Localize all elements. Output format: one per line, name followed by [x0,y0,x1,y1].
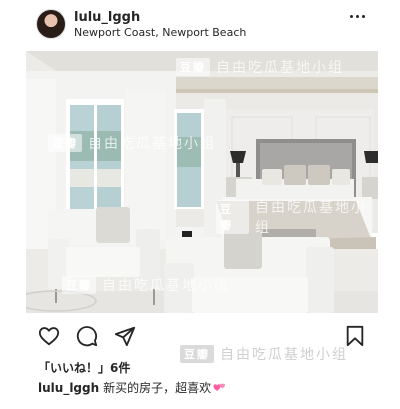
caption-text: 新买的房子，超喜欢 [103,381,212,395]
avatar[interactable] [36,9,66,39]
watermark: 豆瓣 自由吃瓜基地小组 [180,344,348,364]
comment-icon[interactable] [76,325,98,347]
pink-hearts-emoji [213,383,226,391]
watermark-text: 自由吃瓜基地小组 [88,136,216,152]
watermark-badge: 豆瓣 [180,345,214,363]
likes-count[interactable]: 「いいね！」6件 [38,359,130,376]
watermark: 豆瓣 自由吃瓜基地小组 [176,57,344,77]
watermark: 豆瓣 自由吃瓜基地小组 [216,197,378,237]
watermark-text: 自由吃瓜基地小组 [102,278,230,294]
watermark: 豆瓣 自由吃瓜基地小组 [62,275,230,295]
caption-username[interactable]: lulu_lggh [38,381,99,395]
more-horizontal-icon[interactable] [350,15,366,21]
location[interactable]: Newport Coast, Newport Beach [74,26,246,39]
post-header: lulu_lggh Newport Coast, Newport Beach [0,0,400,50]
watermark-badge: 豆瓣 [176,58,210,76]
watermark-text: 自由吃瓜基地小组 [254,200,367,236]
username[interactable]: lulu_lggh [74,10,140,25]
watermark-badge: 豆瓣 [62,276,96,294]
watermark-badge: 豆瓣 [48,134,82,152]
watermark: 豆瓣 自由吃瓜基地小组 [48,133,216,153]
caption: lulu_lggh 新买的房子，超喜欢 [38,379,227,396]
watermark-text: 自由吃瓜基地小组 [220,347,348,363]
send-icon[interactable] [114,325,136,347]
watermark-text: 自由吃瓜基地小组 [216,60,344,76]
post-photo[interactable]: 豆瓣 自由吃瓜基地小组 豆瓣 自由吃瓜基地小组 豆瓣 自由吃瓜基地小组 豆瓣 自… [26,51,378,313]
heart-icon[interactable] [38,325,60,347]
watermark-badge: 豆瓣 [216,200,249,234]
bedroom-photo [26,51,378,313]
